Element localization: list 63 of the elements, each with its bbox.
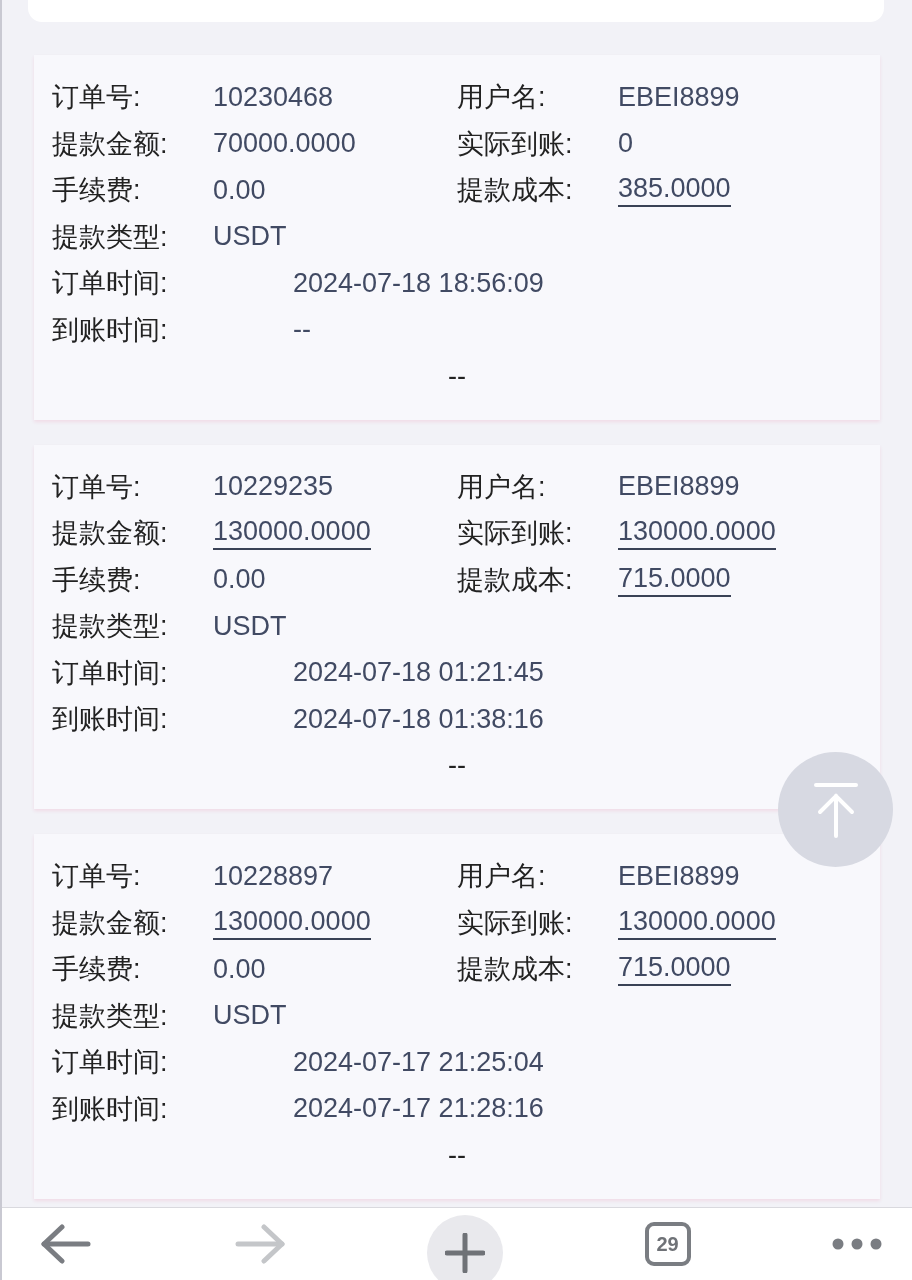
field-label: 到账时间: [52,703,169,737]
value-link[interactable]: 130000.0000 [618,516,776,551]
new-tab-button[interactable] [427,1215,503,1280]
value-link[interactable]: 385.0000 [618,173,731,208]
field-value: 0.00 [213,953,266,985]
field-value: 10228897 [213,860,334,892]
field-value: EBEI8899 [618,81,740,113]
field-label: 提款金额: [52,127,169,161]
field-label: 提款成本: [457,563,574,597]
field-value: 2024-07-18 18:56:09 [293,267,544,299]
field-label: 用户名: [457,470,547,504]
field-label: 实际到账: [457,517,574,551]
plus-icon [445,1233,485,1273]
remark-text: -- [448,750,466,782]
field-value: USDT [213,610,287,642]
field-label: 提款金额: [52,906,169,940]
field-label: 实际到账: [457,906,574,940]
value-link[interactable]: 130000.0000 [618,905,776,940]
field-value: 0.00 [213,174,266,206]
field-label: 提款类型: [52,999,169,1033]
field-value: 2024-07-18 01:38:16 [293,703,544,735]
field-value: 70000.0000 [213,128,356,160]
field-value: EBEI8899 [618,471,740,503]
field-label: 用户名: [457,81,547,115]
back-button[interactable] [40,1224,92,1264]
field-label: 提款类型: [52,610,169,644]
remark-text: -- [448,360,466,392]
field-value: 2024-07-18 01:21:45 [293,657,544,689]
field-label: 提款金额: [52,517,169,551]
field-value: EBEI8899 [618,860,740,892]
field-label: 订单号: [52,470,142,504]
value-link[interactable]: 715.0000 [618,562,731,597]
value-link[interactable]: 130000.0000 [213,516,371,551]
field-label: 手续费: [52,953,142,987]
field-value: USDT [213,1000,287,1032]
field-value: 10229235 [213,471,334,503]
field-label: 到账时间: [52,1092,169,1126]
field-value: -- [293,314,311,346]
field-value: 0 [618,128,634,160]
field-label: 订单时间: [52,656,169,690]
field-label: 订单时间: [52,1046,169,1080]
tab-count-button[interactable]: 29 [644,1222,691,1266]
field-label: 用户名: [457,860,547,894]
value-link[interactable]: 715.0000 [618,952,731,987]
field-value: 10230468 [213,81,334,113]
more-icon [832,1238,882,1250]
field-label: 手续费: [52,174,142,208]
remark-text: -- [448,1139,466,1171]
field-label: 订单时间: [52,267,169,301]
field-value: 2024-07-17 21:28:16 [293,1093,544,1125]
field-label: 提款成本: [457,174,574,208]
field-label: 订单号: [52,860,142,894]
field-value: 2024-07-17 21:25:04 [293,1046,544,1078]
value-link[interactable]: 130000.0000 [213,905,371,940]
field-value: 0.00 [213,564,266,596]
field-label: 手续费: [52,563,142,597]
field-label: 提款类型: [52,220,169,254]
field-label: 提款成本: [457,953,574,987]
field-label: 实际到账: [457,127,574,161]
field-label: 订单号: [52,81,142,115]
more-button[interactable] [832,1238,882,1250]
field-label: 到账时间: [52,313,169,347]
field-value: USDT [213,221,287,253]
